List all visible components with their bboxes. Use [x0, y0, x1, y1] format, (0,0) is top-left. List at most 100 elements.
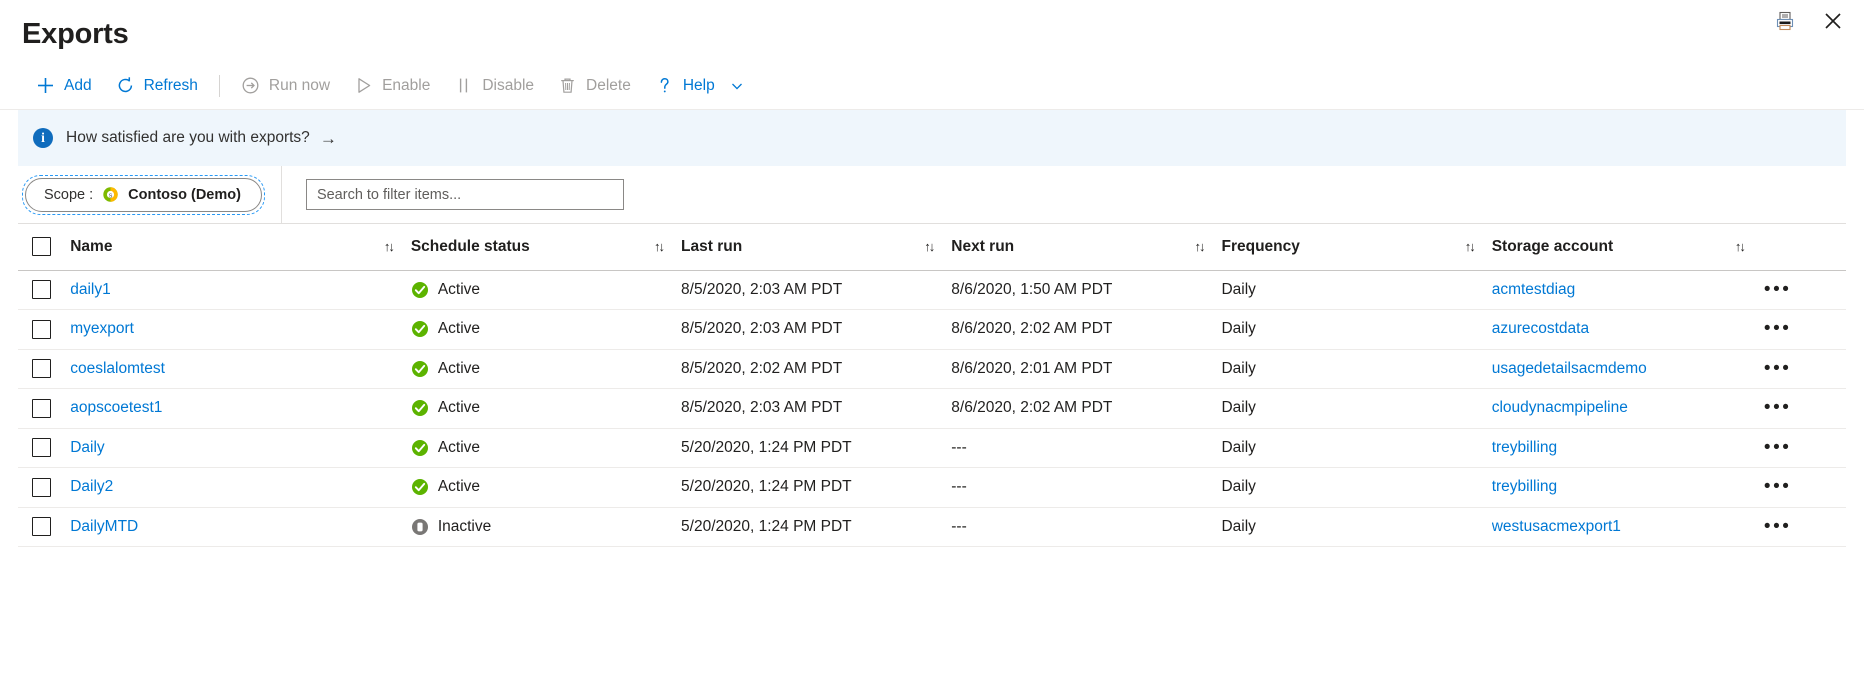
arrow-right-icon: → [320, 130, 337, 147]
delete-button[interactable]: Delete [546, 68, 643, 104]
cell-name: aopscoetest1 [70, 389, 411, 429]
cell-row-actions: ••• [1762, 507, 1846, 547]
disable-button[interactable]: Disable [442, 68, 546, 104]
table-row[interactable]: DailyActive5/20/2020, 1:24 PM PDT---Dail… [18, 428, 1846, 468]
row-select-cell [18, 468, 70, 508]
cell-row-actions: ••• [1762, 310, 1846, 350]
cell-schedule-status: Active [411, 389, 681, 429]
question-icon [655, 76, 674, 95]
scope-cell: Scope : S Contoso (Demo) [18, 166, 282, 223]
status-label: Active [438, 320, 480, 338]
cell-row-actions: ••• [1762, 468, 1846, 508]
row-checkbox[interactable] [32, 320, 51, 339]
add-button[interactable]: Add [24, 68, 104, 104]
row-checkbox[interactable] [32, 517, 51, 536]
table-header: Name ↑↓ Schedule status ↑↓ Last run ↑↓ [18, 224, 1846, 270]
table-row[interactable]: DailyMTDInactive5/20/2020, 1:24 PM PDT--… [18, 507, 1846, 547]
scope-value: Contoso (Demo) [128, 187, 241, 203]
row-checkbox[interactable] [32, 478, 51, 497]
table-row[interactable]: Daily2Active5/20/2020, 1:24 PM PDT---Dai… [18, 468, 1846, 508]
row-checkbox[interactable] [32, 280, 51, 299]
storage-account-link[interactable]: usagedetailsacmdemo [1492, 360, 1647, 377]
export-name-link[interactable]: Daily [70, 439, 104, 456]
row-context-menu-button[interactable]: ••• [1762, 280, 1791, 299]
status-active-icon [411, 320, 429, 338]
cell-row-actions: ••• [1762, 428, 1846, 468]
search-input[interactable] [306, 179, 624, 210]
column-header-name[interactable]: Name ↑↓ [70, 224, 411, 270]
cell-frequency: Daily [1221, 428, 1491, 468]
column-header-storage-account[interactable]: Storage account ↑↓ [1492, 224, 1762, 270]
storage-account-link[interactable]: treybilling [1492, 478, 1557, 495]
row-context-menu-button[interactable]: ••• [1762, 517, 1791, 536]
row-select-cell [18, 389, 70, 429]
table-row[interactable]: coeslalomtest Active 8/5/2020, 2:02 AM PDT… [18, 349, 1846, 389]
cell-next-run: --- [951, 468, 1221, 508]
scope-picker[interactable]: Scope : S Contoso (Demo) [25, 178, 262, 212]
scope-focus-ring: Scope : S Contoso (Demo) [22, 175, 265, 215]
row-context-menu-button[interactable]: ••• [1762, 359, 1791, 378]
cell-schedule-status: Active [411, 468, 681, 508]
column-header-actions [1762, 224, 1846, 270]
column-label-schedule-status: Schedule status [411, 238, 530, 256]
status-active-icon [411, 360, 429, 378]
disable-button-label: Disable [482, 77, 534, 95]
column-header-frequency[interactable]: Frequency ↑↓ [1221, 224, 1491, 270]
row-context-menu-button[interactable]: ••• [1762, 438, 1791, 457]
enable-button-label: Enable [382, 77, 430, 95]
export-name-link[interactable]: daily1 [70, 281, 111, 298]
cell-storage-account: westusacmexport1 [1492, 507, 1762, 547]
column-header-next-run[interactable]: Next run ↑↓ [951, 224, 1221, 270]
page-title: Exports [22, 14, 129, 49]
refresh-button[interactable]: Refresh [104, 68, 210, 104]
table-row[interactable]: daily1Active8/5/2020, 2:03 AM PDT8/6/202… [18, 270, 1846, 310]
row-select-cell [18, 507, 70, 547]
sort-icon: ↑↓ [1188, 239, 1203, 254]
exports-table: Name ↑↓ Schedule status ↑↓ Last run ↑↓ [18, 224, 1846, 547]
export-name-link[interactable]: DailyMTD [70, 518, 138, 535]
cell-last-run: 8/5/2020, 2:03 AM PDT [681, 389, 951, 429]
subscription-icon: S [102, 186, 119, 203]
run-now-button[interactable]: Run now [229, 68, 342, 104]
chevron-down-icon [730, 79, 744, 93]
cell-last-run: 8/5/2020, 2:03 AM PDT [681, 270, 951, 310]
cell-last-run: 5/20/2020, 1:24 PM PDT [681, 507, 951, 547]
status-label: Active [438, 360, 480, 378]
status-label: Active [438, 281, 480, 299]
cell-schedule-status: Active [411, 310, 681, 350]
row-checkbox[interactable] [32, 438, 51, 457]
row-checkbox[interactable] [32, 359, 51, 378]
column-header-last-run[interactable]: Last run ↑↓ [681, 224, 951, 270]
table-row[interactable]: myexportActive8/5/2020, 2:03 AM PDT8/6/2… [18, 310, 1846, 350]
storage-account-link[interactable]: azurecostdata [1492, 320, 1589, 337]
print-icon[interactable] [1772, 8, 1798, 34]
status-active-icon [411, 478, 429, 496]
survey-link[interactable]: How satisfied are you with exports? → [66, 129, 337, 147]
cell-frequency: Daily [1221, 270, 1491, 310]
column-label-name: Name [70, 238, 112, 256]
row-context-menu-button[interactable]: ••• [1762, 477, 1791, 496]
storage-account-link[interactable]: westusacmexport1 [1492, 518, 1621, 535]
storage-account-link[interactable]: cloudynacmpipeline [1492, 399, 1628, 416]
export-name-link[interactable]: myexport [70, 320, 134, 337]
close-icon[interactable] [1820, 8, 1846, 34]
column-header-schedule-status[interactable]: Schedule status ↑↓ [411, 224, 681, 270]
row-context-menu-button[interactable]: ••• [1762, 319, 1791, 338]
row-context-menu-button[interactable]: ••• [1762, 398, 1791, 417]
export-name-link[interactable]: aopscoetest1 [70, 399, 162, 416]
cell-frequency: Daily [1221, 389, 1491, 429]
select-all-checkbox[interactable] [32, 237, 51, 256]
info-icon: i [33, 128, 53, 148]
help-button[interactable]: Help [643, 68, 756, 104]
export-name-link[interactable]: Daily2 [70, 478, 113, 495]
cell-last-run: 8/5/2020, 2:02 AM PDT [681, 349, 951, 389]
cell-next-run: 8/6/2020, 2:02 AM PDT [951, 389, 1221, 429]
status-active-icon [411, 439, 429, 457]
storage-account-link[interactable]: treybilling [1492, 439, 1557, 456]
storage-account-link[interactable]: acmtestdiag [1492, 281, 1576, 298]
enable-button[interactable]: Enable [342, 68, 442, 104]
row-checkbox[interactable] [32, 399, 51, 418]
cell-last-run: 5/20/2020, 1:24 PM PDT [681, 468, 951, 508]
table-row[interactable]: aopscoetest1 Active8/5/2020, 2:03 AM PDT8… [18, 389, 1846, 429]
export-name-link[interactable]: coeslalomtest [70, 360, 165, 377]
